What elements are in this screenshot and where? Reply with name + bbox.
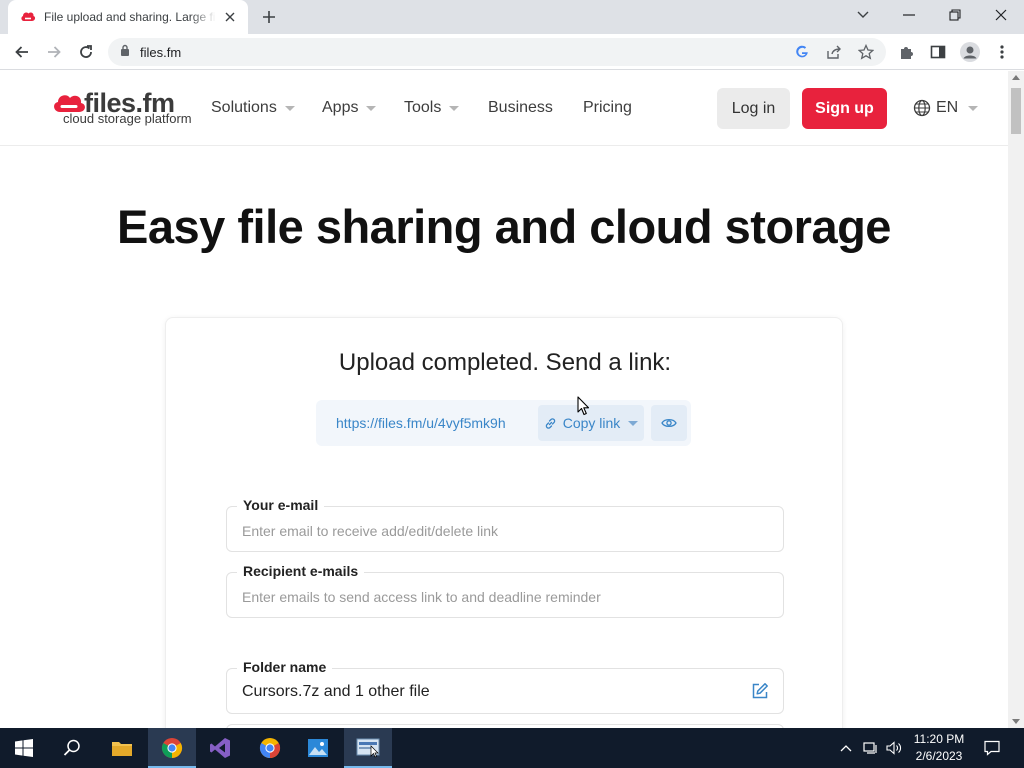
page-scrollbar[interactable] [1008, 71, 1024, 728]
url-text[interactable]: files.fm [140, 45, 181, 60]
bookmark-star-icon[interactable] [855, 42, 877, 62]
address-bar[interactable]: files.fm [108, 38, 886, 66]
signup-button[interactable]: Sign up [802, 88, 887, 129]
files-fm-favicon-icon [20, 9, 36, 25]
edit-pencil-icon[interactable] [751, 682, 769, 700]
nav-tools[interactable]: Tools [404, 99, 460, 117]
visual-studio-icon[interactable] [196, 728, 244, 768]
folder-name-value: Cursors.7z and 1 other file [242, 683, 430, 700]
nav-apps-label: Apps [322, 99, 359, 116]
cursor-editor-app-icon[interactable] [344, 728, 392, 768]
notifications-icon[interactable] [978, 728, 1006, 768]
nav-pricing[interactable]: Pricing [583, 99, 632, 117]
upload-completed-title: Upload completed. Send a link: [338, 349, 672, 376]
share-link[interactable]: https://files.fm/u/4vyf5mk9h [336, 415, 506, 431]
globe-icon [913, 99, 931, 117]
logo-tagline: cloud storage platform [63, 111, 192, 126]
close-window-icon[interactable] [978, 0, 1024, 30]
copy-link-button[interactable]: Copy link [538, 405, 644, 441]
preview-eye-button[interactable] [651, 405, 687, 441]
extensions-puzzle-icon[interactable] [892, 38, 920, 66]
language-label: EN [936, 99, 959, 116]
copy-link-label: Copy link [562, 415, 621, 431]
browser-window: File upload and sharing. Large files fil… [0, 0, 1024, 768]
nav-pricing-label: Pricing [583, 99, 632, 116]
lock-icon[interactable] [120, 43, 130, 61]
caret-down-icon [628, 420, 639, 426]
share-icon[interactable] [823, 42, 845, 62]
scroll-down-arrow-icon[interactable] [1012, 719, 1020, 724]
caret-down-icon [968, 105, 979, 111]
side-panel-icon[interactable] [924, 38, 952, 66]
nav-business-label: Business [488, 99, 553, 116]
search-icon[interactable] [48, 728, 96, 768]
your-email-field[interactable]: Your e-mail Enter email to receive add/e… [226, 497, 784, 552]
recipient-emails-label: Recipient e-mails [237, 563, 365, 579]
link-chain-icon [545, 417, 555, 429]
google-lens-icon[interactable] [791, 42, 813, 62]
nav-solutions-label: Solutions [211, 99, 277, 116]
clock-date: 2/6/2023 [915, 749, 963, 763]
restore-icon[interactable] [932, 0, 978, 30]
your-email-placeholder: Enter email to receive add/edit/delete l… [242, 523, 499, 539]
back-arrow-icon[interactable] [8, 38, 36, 66]
files-fm-logo[interactable]: files.fm cloud storage platform [52, 88, 192, 128]
caret-down-icon [366, 105, 377, 111]
hero-title: Easy file sharing and cloud storage [117, 200, 891, 253]
upload-result-card: Upload completed. Send a link: https://f… [165, 317, 843, 728]
chrome-taskbar-icon[interactable] [148, 728, 196, 768]
scroll-up-arrow-icon[interactable] [1012, 75, 1020, 80]
eye-icon [661, 418, 677, 428]
tab-search-chevron-icon[interactable] [840, 0, 886, 30]
login-button[interactable]: Log in [717, 88, 790, 129]
language-selector[interactable]: EN [913, 99, 979, 117]
nav-apps[interactable]: Apps [322, 99, 377, 117]
nav-business[interactable]: Business [488, 99, 553, 117]
file-explorer-icon[interactable] [98, 728, 146, 768]
volume-icon[interactable] [883, 728, 905, 768]
web-page: files.fm cloud storage platform Solution… [0, 71, 1008, 728]
nav-solutions[interactable]: Solutions [211, 99, 295, 117]
mouse-cursor-icon [577, 396, 590, 416]
chrome-menu-icon[interactable] [988, 38, 1016, 66]
tab-title: File upload and sharing. Large files [44, 10, 216, 24]
reload-icon[interactable] [72, 38, 100, 66]
recipient-emails-field[interactable]: Recipient e-mails Enter emails to send a… [226, 563, 784, 618]
system-clock[interactable]: 11:20 PM 2/6/2023 [904, 731, 974, 765]
profile-avatar-icon[interactable] [956, 38, 984, 66]
folder-name-label: Folder name [237, 659, 333, 675]
browser-tab[interactable]: File upload and sharing. Large files [8, 0, 248, 34]
caret-down-icon [449, 105, 460, 111]
site-header: files.fm cloud storage platform Solution… [0, 71, 1008, 146]
windows-taskbar: 11:20 PM 2/6/2023 [0, 728, 1024, 768]
forward-arrow-icon[interactable] [40, 38, 68, 66]
browser-toolbar: files.fm [0, 34, 1024, 70]
nav-tools-label: Tools [404, 99, 442, 116]
tab-close-icon[interactable] [222, 9, 238, 25]
scrollbar-thumb[interactable] [1011, 88, 1021, 134]
folder-name-field[interactable]: Folder name Cursors.7z and 1 other file [226, 659, 784, 714]
photos-app-icon[interactable] [294, 728, 342, 768]
minimize-icon[interactable] [886, 0, 932, 30]
network-icon[interactable] [860, 728, 882, 768]
windows-start-icon[interactable] [0, 728, 48, 768]
recipient-emails-placeholder: Enter emails to send access link to and … [242, 589, 601, 605]
tray-chevron-up-icon[interactable] [836, 728, 856, 768]
new-tab-icon[interactable] [258, 6, 280, 28]
your-email-label: Your e-mail [237, 497, 325, 513]
clock-time: 11:20 PM [913, 732, 965, 746]
caret-down-icon [284, 105, 295, 111]
tab-strip: File upload and sharing. Large files [0, 0, 1024, 34]
chrome-alt-taskbar-icon[interactable] [246, 728, 294, 768]
share-link-box: https://files.fm/u/4vyf5mk9h Copy link [316, 400, 691, 446]
